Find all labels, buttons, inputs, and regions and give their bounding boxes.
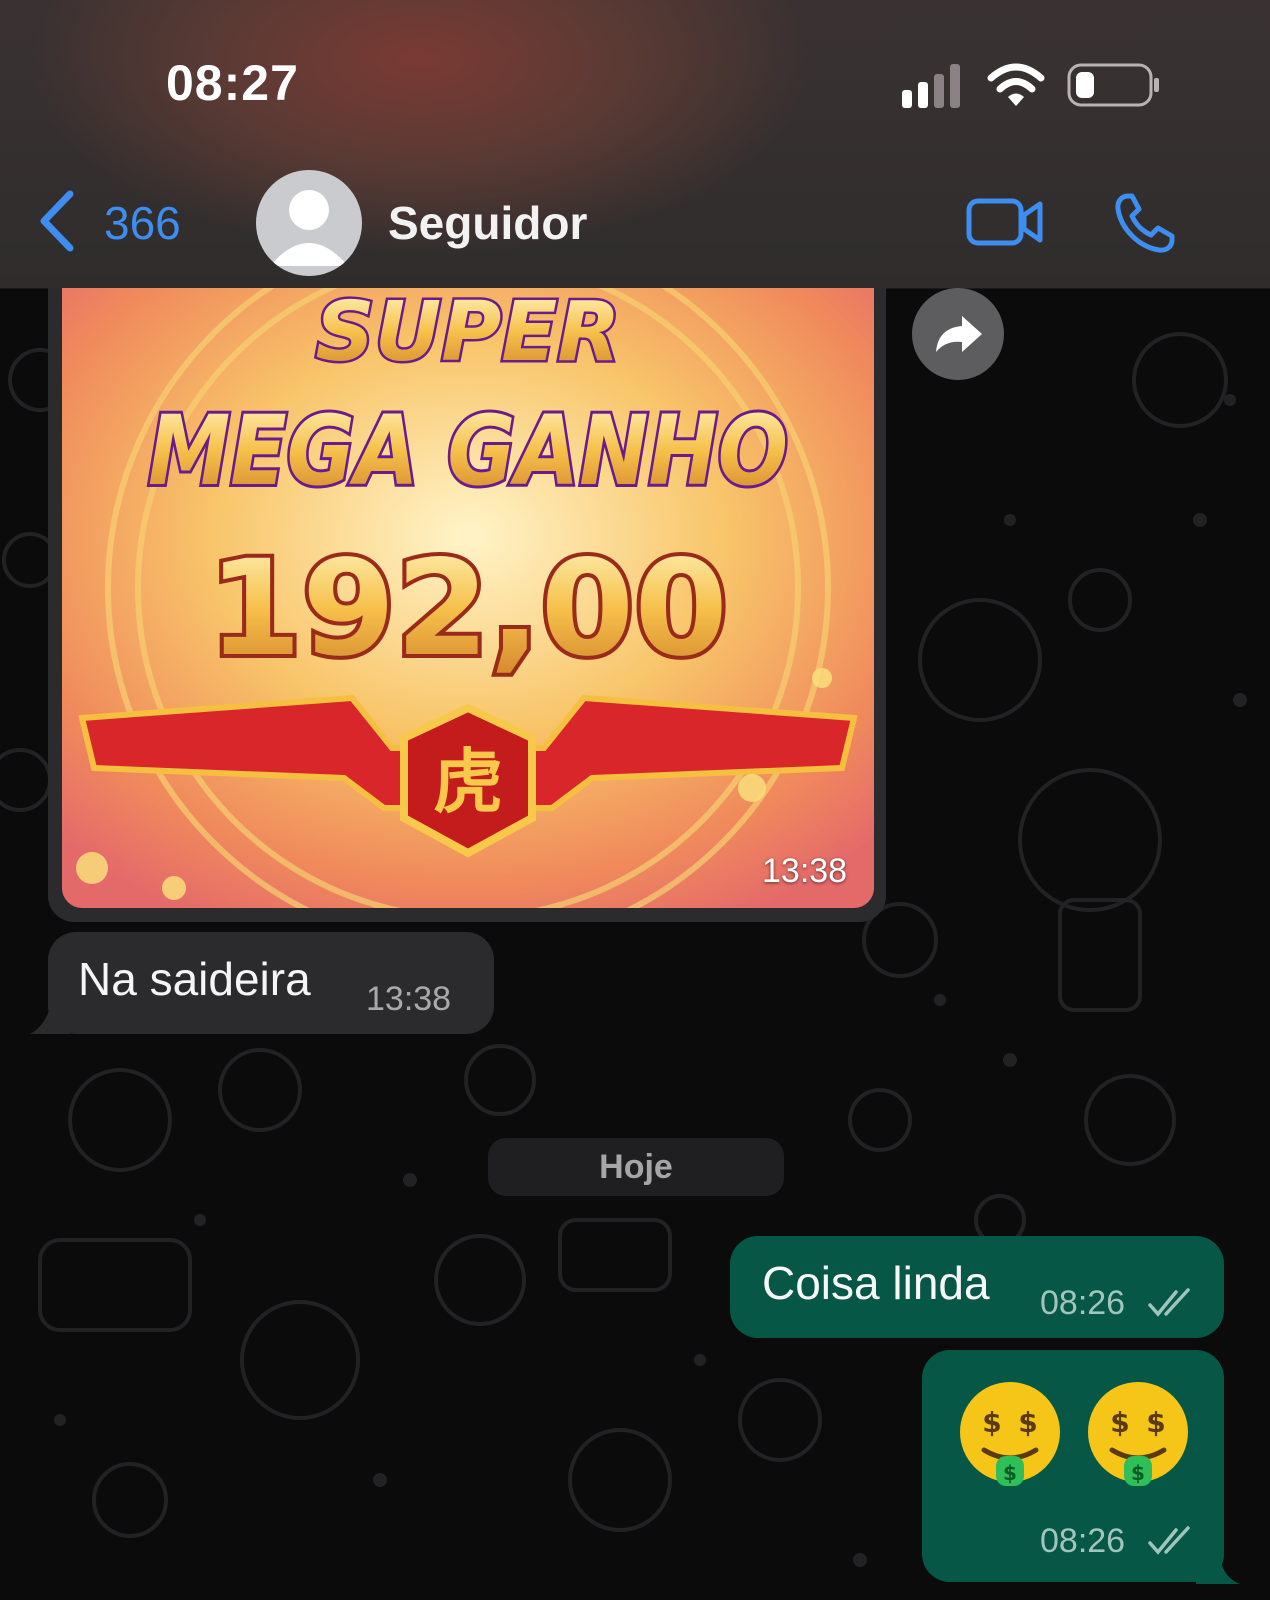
status-time: 08:27 [166, 55, 299, 111]
default-avatar-icon [270, 190, 348, 266]
back-unread-count[interactable]: 366 [104, 196, 181, 250]
double-check-icon [1148, 1288, 1190, 1317]
contact-avatar[interactable] [256, 170, 362, 276]
svg-text:$: $ [1110, 1406, 1129, 1439]
battery-icon [1067, 63, 1159, 107]
image-message-time: 13:38 [762, 852, 848, 890]
svg-text:$: $ [1003, 1461, 1017, 1485]
date-separator: Hoje [488, 1138, 784, 1196]
shared-image[interactable]: 虎 SUPER MEGA GANHO 192,00 [62, 288, 874, 908]
svg-text:$: $ [1146, 1406, 1165, 1439]
video-camera-icon[interactable] [966, 196, 1044, 248]
outgoing-message-text: Coisa linda [762, 1257, 990, 1309]
money-mouth-face-icon: $ $ $ [960, 1382, 1060, 1486]
forward-button[interactable] [912, 288, 1004, 380]
double-check-icon [1148, 1526, 1190, 1555]
phone-icon[interactable] [1114, 192, 1178, 254]
outgoing-message-time: 08:26 [1040, 1284, 1126, 1322]
incoming-message-time: 13:38 [366, 980, 452, 1018]
svg-text:$: $ [1131, 1461, 1145, 1485]
image-headline-2: MEGA GANHO [148, 395, 788, 507]
outgoing-emoji-time: 08:26 [1040, 1522, 1126, 1560]
image-headline-1: SUPER [316, 288, 621, 380]
svg-text:$: $ [982, 1406, 1001, 1439]
slot-win-image: 虎 SUPER MEGA GANHO 192,00 [62, 288, 874, 908]
share-arrow-icon [936, 316, 982, 352]
image-emblem: 虎 [433, 741, 503, 823]
contact-name[interactable]: Seguidor [388, 196, 587, 250]
cellular-signal-icon [902, 64, 960, 108]
incoming-message-text: Na saideira [78, 953, 311, 1005]
svg-text:$: $ [1018, 1406, 1037, 1439]
chevron-left-icon[interactable] [38, 190, 78, 252]
chat-header: 08:27 366 Seguidor [0, 0, 1270, 289]
wifi-icon [987, 63, 1045, 106]
money-mouth-face-icon: $ $ $ [1088, 1382, 1188, 1486]
image-amount: 192,00 [208, 532, 728, 686]
